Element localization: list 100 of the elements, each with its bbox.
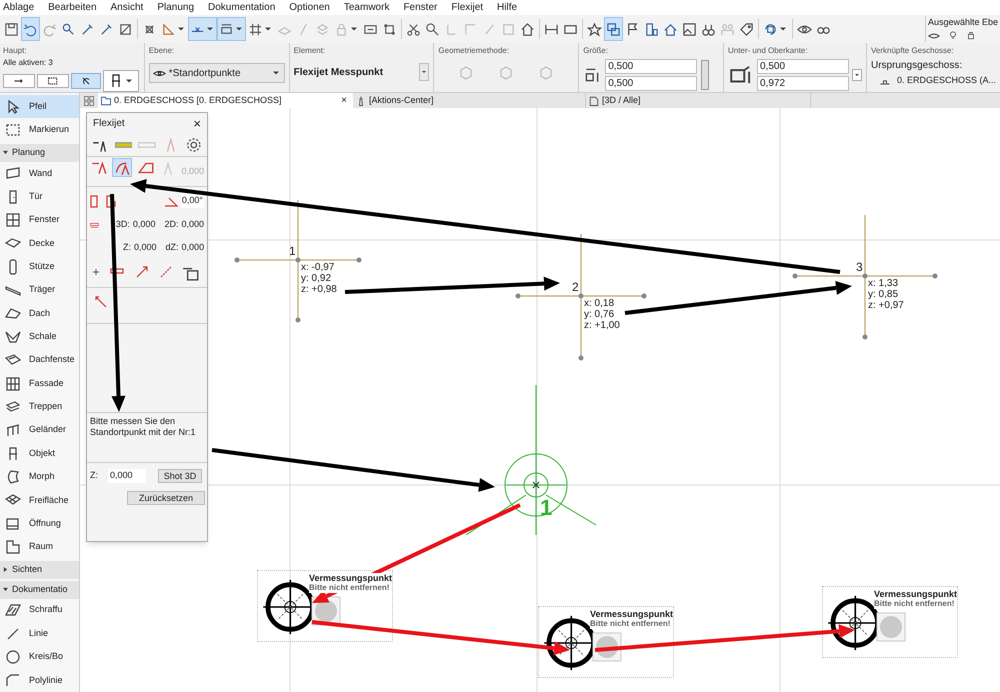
bulb-icon [948,30,958,40]
close-tab-button[interactable]: × [341,93,347,108]
measure-value: 0,000 [182,241,204,254]
section-label: Element: [294,45,326,57]
section-header[interactable]: Sichten [0,560,79,579]
tool-item[interactable]: Dachfenste [0,348,79,372]
measure-label: dZ: [166,241,179,254]
gravity-button[interactable] [71,73,101,89]
coordinate-text: x: 1,33 [868,279,898,289]
toolbar-button[interactable] [21,17,40,41]
square-icon [501,22,516,36]
tool-item[interactable]: Polylinie [0,668,79,692]
number-field[interactable]: 0,972 [756,76,849,91]
morph-icon [5,468,21,485]
number-field[interactable]: 0,500 [605,59,698,74]
reset-button[interactable]: Zurücksetzen [127,491,205,505]
down-triangle-icon [3,587,8,592]
tool-item[interactable]: Fenster [0,208,79,232]
survey-point-cross[interactable] [234,197,362,323]
story-name: 0. ERDGESCHOSS (A... [896,74,996,87]
dashed-rectangle-icon [5,122,21,138]
eyedropper-icon [99,22,114,36]
tool-item[interactable]: Pfeil [0,95,79,118]
number-field[interactable]: 0,500 [605,76,698,91]
coordinate-text: z: +0,98 [301,285,337,295]
survey-point-cross[interactable] [792,212,938,340]
tool-item[interactable]: Treppen [0,395,79,419]
menu-item[interactable]: Ablage [3,0,34,15]
grid-icon [248,22,263,36]
angle-field[interactable]: 0,00° [180,194,204,208]
section-header[interactable]: Dokumentatio [0,580,79,598]
object-button[interactable] [103,70,139,92]
menu-item[interactable]: Flexijet [451,0,484,15]
menu-item[interactable]: Dokumentation [208,0,276,15]
toolbar-button[interactable] [188,17,217,41]
tool-item[interactable]: Raum [0,535,79,559]
element-settings-button[interactable] [419,63,430,81]
marker-title: Vermessungspunkt [590,609,673,619]
railing-icon [5,422,21,438]
tool-item[interactable]: Objekt [0,442,79,466]
view-tab[interactable]: 0. ERDGESCHOSS [0. ERDGESCHOSS] × [98,93,353,108]
tool-item[interactable]: Träger [0,278,79,302]
z-field[interactable]: 0,000 [108,469,146,483]
menu-item[interactable]: Bearbeiten [48,0,97,15]
expand-button[interactable] [852,69,862,81]
tool-item[interactable]: Schraffu [0,598,79,622]
rotate-icon [763,22,778,36]
menu-item[interactable]: Teamwork [344,0,390,15]
menu-item[interactable]: Hilfe [497,0,518,15]
menu-item[interactable]: Optionen [289,0,330,15]
selection-button[interactable] [3,74,35,88]
dimension-icon [219,22,234,36]
level-bar-icon [114,142,132,148]
survey-point-cross[interactable] [515,231,647,361]
house-icon [520,22,535,36]
line-icon [5,626,21,642]
toolbar-button[interactable] [604,17,623,41]
tool-item[interactable]: Tür [0,184,79,208]
tool-item[interactable]: Kreis/Bo [0,645,79,669]
tool-item[interactable]: Freifläche [0,488,79,512]
measure-diagonal-icon [93,294,109,310]
toolbar-button[interactable] [217,17,246,41]
close-button[interactable]: × [193,116,201,130]
measure-label: Z: [123,241,131,254]
mode-button[interactable] [112,158,132,177]
tool-item[interactable]: Schale [0,325,79,348]
menu-item[interactable]: Fenster [403,0,438,15]
tool-item[interactable]: Geländer [0,418,79,442]
flag-icon [625,22,640,36]
section-header[interactable]: Planung [0,144,79,162]
zone-icon [5,539,21,556]
measure-value: 0,000 [134,241,157,254]
tool-item[interactable]: Morph [0,465,79,489]
measure-label: 2D: [164,218,178,232]
tool-item[interactable]: Dach [0,302,79,326]
section-label: Ebene: [148,45,176,57]
origin-story-label: Ursprungsgeschoss: [870,59,964,73]
redo-icon [42,22,57,36]
tool-item[interactable]: Stütze [0,255,79,278]
layer-dropdown[interactable]: *Standortpunkte [148,63,285,83]
tool-item[interactable]: Linie [0,622,79,646]
tool-item[interactable]: Decke [0,232,79,256]
menu-item[interactable]: Ansicht [110,0,144,15]
tool-item[interactable]: Öffnung [0,512,79,536]
shot-3d-button[interactable]: Shot 3D [158,469,202,483]
folder-plan-icon [100,94,112,106]
stamp-drawing [876,612,906,642]
marquee-button[interactable] [37,74,69,88]
instruction-text: Bitte messen Sie den Standortpunkt mit der Nr:1 [87,413,207,463]
tool-item[interactable]: Markierun [0,118,79,142]
menu-item[interactable]: Planung [157,0,194,15]
diagonal-arrow-icon [134,264,150,280]
cube-3d-icon [588,94,600,106]
tool-item[interactable]: Fassade [0,372,79,396]
tool-item[interactable]: Wand [0,162,79,185]
frame-icon [118,22,133,36]
eyedropper-icon [80,22,95,36]
opening-icon [5,516,21,532]
polyline-icon [5,672,21,688]
number-field[interactable]: 0,500 [756,59,849,74]
